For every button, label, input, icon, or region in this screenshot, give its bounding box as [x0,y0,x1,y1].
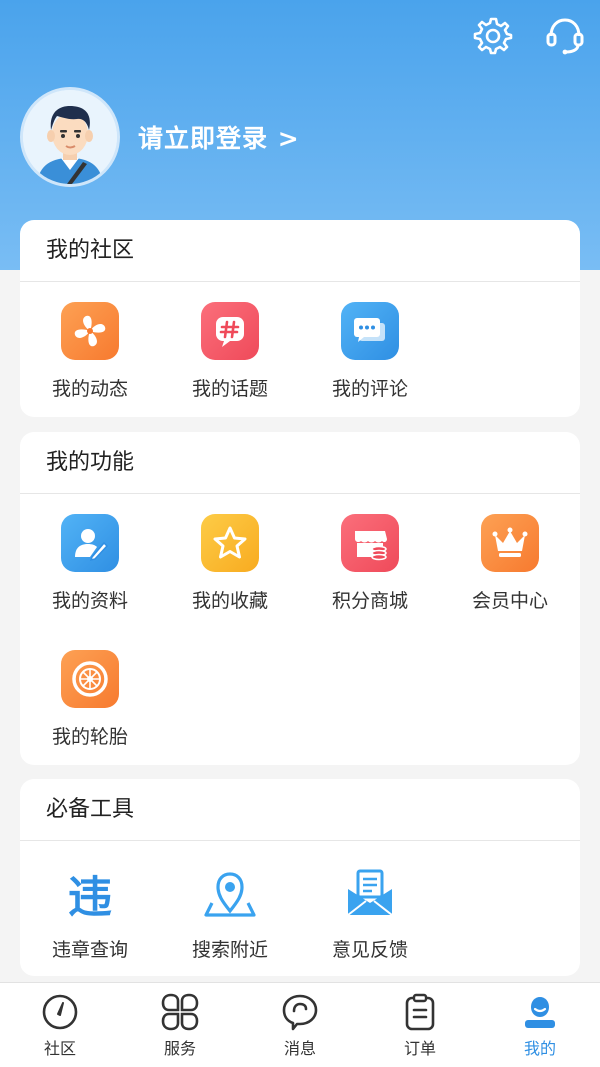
tab-label: 消息 [283,1039,316,1058]
functions-card: 我的功能 我的资料 我的收藏 积分商城 会员中心 我的轮胎 [20,432,580,765]
gear-icon [473,17,513,55]
person-icon [525,997,555,1028]
function-item-profile[interactable]: 我的资料 [20,494,160,630]
tab-messages[interactable]: 消息 [240,983,360,1067]
tool-item-feedback[interactable]: 意见反馈 [300,841,440,977]
tool-item-label: 搜索附近 [191,939,268,961]
headset-icon [546,18,584,55]
tab-orders[interactable]: 订单 [360,983,480,1067]
tire-icon [61,650,119,708]
functions-grid: 我的资料 我的收藏 积分商城 会员中心 我的轮胎 [20,494,580,766]
feedback-envelope-icon [340,865,400,921]
compass-icon [42,994,78,1030]
function-item-label: 会员中心 [471,590,548,612]
tool-item-label: 违章查询 [51,939,128,961]
tab-label: 社区 [43,1039,76,1058]
store-icon [341,514,399,572]
function-item-favorites[interactable]: 我的收藏 [160,494,300,630]
violation-glyph: 违 [68,872,112,923]
community-card: 我的社区 我的动态 我的话题 我的评论 [20,220,580,417]
community-item-label: 我的话题 [191,378,268,400]
function-item-label: 积分商城 [331,590,408,612]
community-grid: 我的动态 我的话题 我的评论 [20,282,580,418]
clipboard-icon [405,993,435,1031]
tab-label: 服务 [163,1039,196,1058]
profile-edit-icon [61,514,119,572]
community-item-label: 我的评论 [331,378,408,400]
login-prompt-link[interactable]: 请立即登录 > [138,119,300,155]
function-item-label: 我的资料 [51,590,128,612]
comment-icon [341,302,399,360]
hashtag-icon [201,302,259,360]
message-bubble-icon [282,994,318,1031]
tab-label: 我的 [523,1039,556,1058]
tab-community[interactable]: 社区 [0,983,120,1067]
community-item-label: 我的动态 [51,378,128,400]
community-card-title: 我的社区 [20,220,580,282]
settings-button[interactable] [472,14,514,56]
function-item-label: 我的收藏 [191,590,268,612]
customer-service-button[interactable] [544,14,586,56]
tools-card-title: 必备工具 [20,779,580,841]
tools-grid: 违 违章查询 搜索附近 意见反馈 [20,841,580,977]
tool-item-label: 意见反馈 [331,939,408,961]
community-item-moments[interactable]: 我的动态 [20,282,160,418]
map-pin-icon [200,865,260,921]
tool-item-violation-check[interactable]: 违 违章查询 [20,841,160,977]
function-item-membership[interactable]: 会员中心 [440,494,580,630]
function-item-tires[interactable]: 我的轮胎 [20,630,160,766]
tool-item-search-nearby[interactable]: 搜索附近 [160,841,300,977]
star-icon [201,514,259,572]
bottom-tab-bar: 社区 服务 消息 订单 我的 [0,982,600,1067]
profile-section[interactable]: 请立即登录 > [20,87,300,187]
top-actions [472,14,586,56]
avatar-man-icon [23,90,117,184]
community-item-comments[interactable]: 我的评论 [300,282,440,418]
crown-icon [481,514,539,572]
avatar[interactable] [20,87,120,187]
tab-label: 订单 [403,1039,436,1058]
pinwheel-icon [61,302,119,360]
functions-card-title: 我的功能 [20,432,580,494]
violation-icon: 违 [60,865,120,923]
tab-mine[interactable]: 我的 [480,983,600,1067]
grid-petals-icon [161,993,199,1031]
tab-services[interactable]: 服务 [120,983,240,1067]
community-item-topics[interactable]: 我的话题 [160,282,300,418]
function-item-label: 我的轮胎 [51,726,128,748]
function-item-points-mall[interactable]: 积分商城 [300,494,440,630]
tools-card: 必备工具 违 违章查询 搜索附近 意见反馈 [20,779,580,976]
